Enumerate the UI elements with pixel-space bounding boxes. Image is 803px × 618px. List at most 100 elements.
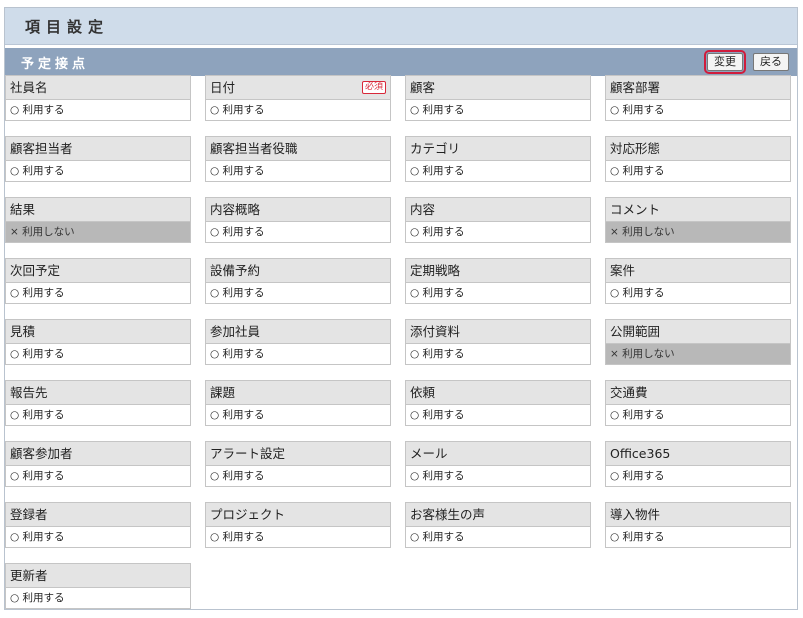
field-item[interactable]: 定期戦略 ○ 利用する xyxy=(405,258,591,304)
field-usage-status[interactable]: ○ 利用する xyxy=(6,588,190,608)
field-usage-status[interactable]: ○ 利用する xyxy=(206,466,390,486)
field-item[interactable]: アラート設定 ○ 利用する xyxy=(205,441,391,487)
field-usage-status[interactable]: ○ 利用する xyxy=(606,161,790,181)
field-usage-status[interactable]: ○ 利用する xyxy=(406,405,590,425)
field-item[interactable]: 社員名 ○ 利用する xyxy=(5,75,191,121)
field-name: 結果 xyxy=(10,202,36,217)
field-item[interactable]: 課題 ○ 利用する xyxy=(205,380,391,426)
field-usage-status[interactable]: ○ 利用する xyxy=(6,405,190,425)
field-name: 定期戦略 xyxy=(410,263,461,278)
field-usage-status[interactable]: ○ 利用する xyxy=(206,100,390,120)
field-name: 内容 xyxy=(410,202,436,217)
field-name-header: 社員名 xyxy=(6,76,190,100)
field-usage-status[interactable]: ○ 利用する xyxy=(606,405,790,425)
change-button[interactable]: 変更 xyxy=(704,50,746,74)
field-usage-status[interactable]: ○ 利用する xyxy=(606,100,790,120)
field-item[interactable]: 顧客 ○ 利用する xyxy=(405,75,591,121)
field-usage-status[interactable]: × 利用しない xyxy=(606,222,790,242)
field-usage-status[interactable]: ○ 利用する xyxy=(406,466,590,486)
field-name-header: 日付 必須 xyxy=(206,76,390,100)
field-name: 報告先 xyxy=(10,385,48,400)
field-item[interactable]: 内容概略 ○ 利用する xyxy=(205,197,391,243)
field-usage-status[interactable]: ○ 利用する xyxy=(206,161,390,181)
field-usage-status[interactable]: ○ 利用する xyxy=(406,100,590,120)
field-name: 顧客部署 xyxy=(610,80,661,95)
field-name-header: 添付資料 xyxy=(406,320,590,344)
field-usage-status[interactable]: ○ 利用する xyxy=(406,222,590,242)
field-name-header: 設備予約 xyxy=(206,259,390,283)
field-item[interactable]: 案件 ○ 利用する xyxy=(605,258,791,304)
field-usage-status[interactable]: ○ 利用する xyxy=(6,100,190,120)
field-name: 依頼 xyxy=(410,385,436,400)
field-item[interactable]: 結果 × 利用しない xyxy=(5,197,191,243)
field-name-header: 対応形態 xyxy=(606,137,790,161)
field-usage-status[interactable]: ○ 利用する xyxy=(606,527,790,547)
field-item[interactable]: 顧客担当者 ○ 利用する xyxy=(5,136,191,182)
field-usage-status[interactable]: ○ 利用する xyxy=(206,222,390,242)
field-item[interactable]: プロジェクト ○ 利用する xyxy=(205,502,391,548)
field-item[interactable]: Office365 ○ 利用する xyxy=(605,441,791,487)
field-name-header: 案件 xyxy=(606,259,790,283)
field-item[interactable]: 依頼 ○ 利用する xyxy=(405,380,591,426)
field-usage-status[interactable]: ○ 利用する xyxy=(406,283,590,303)
field-name-header: 顧客担当者 xyxy=(6,137,190,161)
field-usage-status[interactable]: ○ 利用する xyxy=(206,283,390,303)
field-name: コメント xyxy=(610,202,661,217)
field-item[interactable]: 内容 ○ 利用する xyxy=(405,197,591,243)
field-item[interactable]: お客様生の声 ○ 利用する xyxy=(405,502,591,548)
field-item[interactable]: カテゴリ ○ 利用する xyxy=(405,136,591,182)
field-item[interactable]: 参加社員 ○ 利用する xyxy=(205,319,391,365)
field-usage-status[interactable]: ○ 利用する xyxy=(406,344,590,364)
field-item[interactable]: 顧客部署 ○ 利用する xyxy=(605,75,791,121)
field-usage-status[interactable]: ○ 利用する xyxy=(206,405,390,425)
field-name-header: 顧客参加者 xyxy=(6,442,190,466)
field-item[interactable]: 設備予約 ○ 利用する xyxy=(205,258,391,304)
toolbar: 変更 戻る xyxy=(704,50,789,74)
field-usage-status[interactable]: × 利用しない xyxy=(606,344,790,364)
field-item[interactable]: 交通費 ○ 利用する xyxy=(605,380,791,426)
field-usage-status[interactable]: ○ 利用する xyxy=(6,344,190,364)
field-name: 顧客 xyxy=(410,80,436,95)
field-item[interactable]: メール ○ 利用する xyxy=(405,441,591,487)
field-name: 参加社員 xyxy=(210,324,261,339)
field-usage-status[interactable]: ○ 利用する xyxy=(206,527,390,547)
field-name-header: メール xyxy=(406,442,590,466)
field-name-header: 更新者 xyxy=(6,564,190,588)
field-name: 内容概略 xyxy=(210,202,261,217)
field-usage-status[interactable]: × 利用しない xyxy=(6,222,190,242)
field-usage-status[interactable]: ○ 利用する xyxy=(606,466,790,486)
field-item[interactable]: コメント × 利用しない xyxy=(605,197,791,243)
field-name: メール xyxy=(410,446,448,461)
field-name-header: プロジェクト xyxy=(206,503,390,527)
field-item[interactable]: 更新者 ○ 利用する xyxy=(5,563,191,609)
field-usage-status[interactable]: ○ 利用する xyxy=(6,527,190,547)
back-button[interactable]: 戻る xyxy=(753,53,789,71)
field-item[interactable]: 顧客担当者役職 ○ 利用する xyxy=(205,136,391,182)
field-name-header: 導入物件 xyxy=(606,503,790,527)
field-item[interactable]: 導入物件 ○ 利用する xyxy=(605,502,791,548)
field-usage-status[interactable]: ○ 利用する xyxy=(206,344,390,364)
field-item[interactable]: 報告先 ○ 利用する xyxy=(5,380,191,426)
field-item[interactable]: 対応形態 ○ 利用する xyxy=(605,136,791,182)
field-usage-status[interactable]: ○ 利用する xyxy=(6,283,190,303)
field-item[interactable]: 登録者 ○ 利用する xyxy=(5,502,191,548)
field-name-header: 内容 xyxy=(406,198,590,222)
field-name: 導入物件 xyxy=(610,507,661,522)
field-name: 更新者 xyxy=(10,568,48,583)
field-item[interactable]: 添付資料 ○ 利用する xyxy=(405,319,591,365)
field-item[interactable]: 顧客参加者 ○ 利用する xyxy=(5,441,191,487)
field-item[interactable]: 公開範囲 × 利用しない xyxy=(605,319,791,365)
field-usage-status[interactable]: ○ 利用する xyxy=(406,527,590,547)
field-name: 日付 xyxy=(210,80,236,95)
field-name: 交通費 xyxy=(610,385,648,400)
field-name: 設備予約 xyxy=(210,263,261,278)
field-usage-status[interactable]: ○ 利用する xyxy=(406,161,590,181)
field-usage-status[interactable]: ○ 利用する xyxy=(6,466,190,486)
field-item[interactable]: 見積 ○ 利用する xyxy=(5,319,191,365)
field-name: 顧客担当者役職 xyxy=(210,141,298,156)
field-usage-status[interactable]: ○ 利用する xyxy=(606,283,790,303)
field-item[interactable]: 日付 必須 ○ 利用する xyxy=(205,75,391,121)
field-item[interactable]: 次回予定 ○ 利用する xyxy=(5,258,191,304)
field-usage-status[interactable]: ○ 利用する xyxy=(6,161,190,181)
required-badge: 必須 xyxy=(361,81,386,94)
